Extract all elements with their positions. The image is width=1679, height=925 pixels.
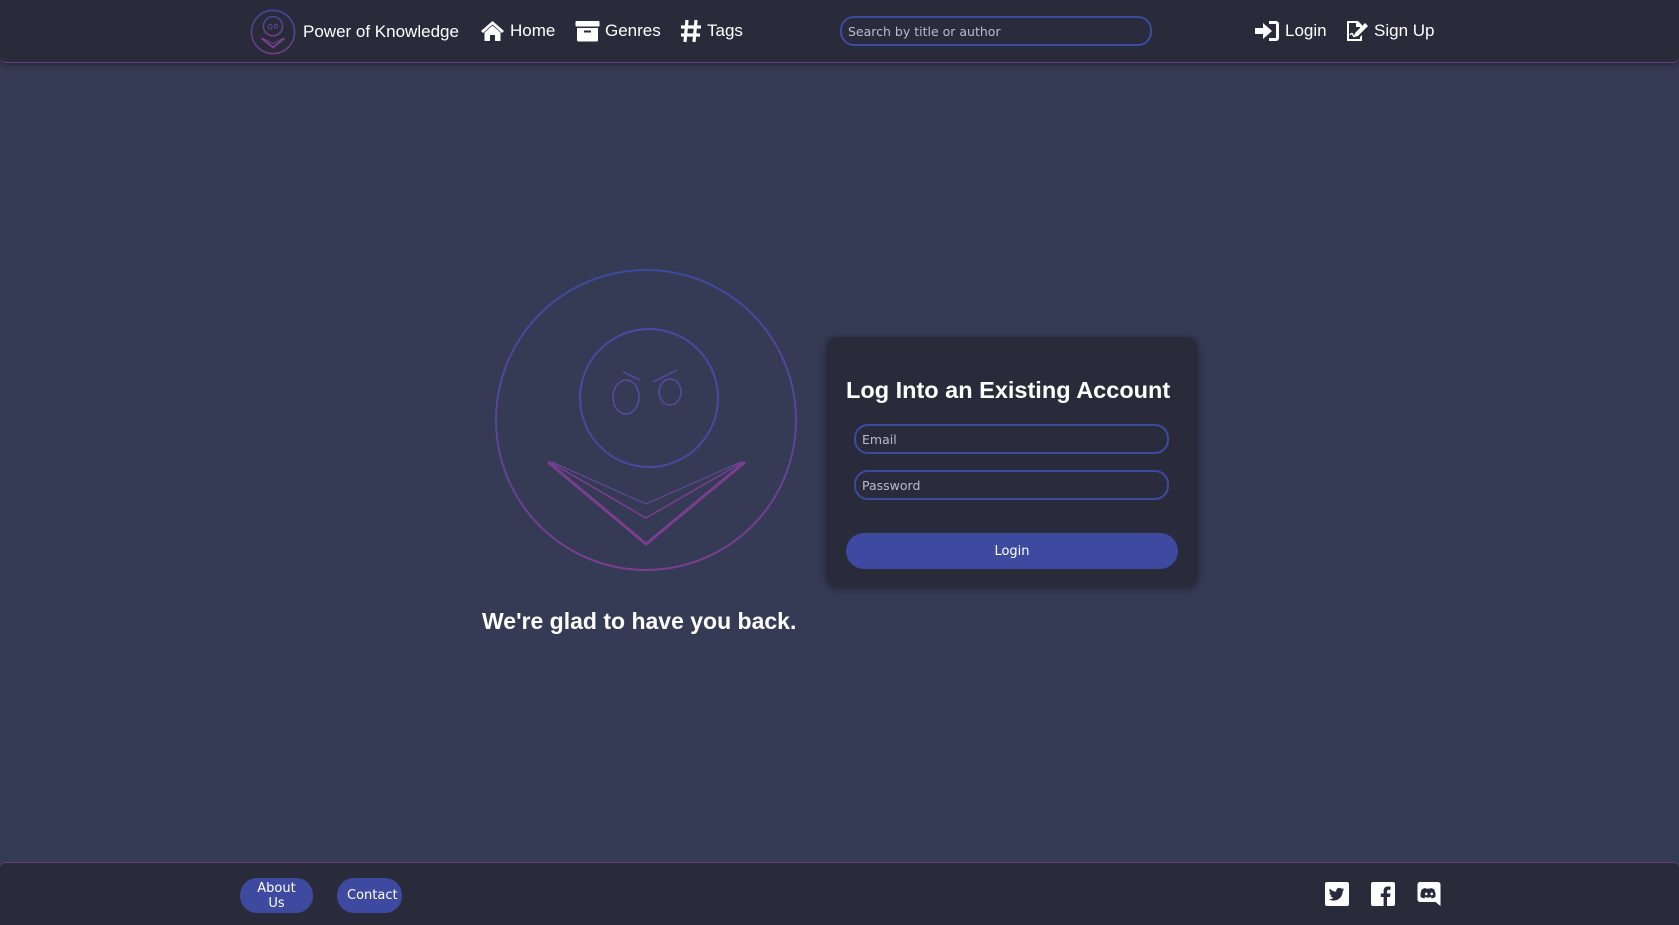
twitter-link[interactable]: [1324, 881, 1350, 907]
nav-tags-label: Tags: [707, 21, 743, 40]
nav-genres-link[interactable]: Genres: [575, 16, 661, 46]
welcome-back-tagline: We're glad to have you back.: [482, 608, 797, 634]
login-submit-button[interactable]: Login: [846, 533, 1178, 569]
brand-name: Power of Knowledge: [303, 22, 459, 41]
home-icon: [481, 21, 504, 41]
nav-tags-link[interactable]: Tags: [680, 16, 743, 46]
login-card-title: Log Into an Existing Account: [846, 377, 1171, 403]
sign-in-icon: [1255, 21, 1279, 41]
signature-icon: [1347, 21, 1368, 41]
password-field[interactable]: [854, 470, 1169, 500]
discord-icon: [1417, 882, 1441, 906]
contact-button[interactable]: Contact: [337, 878, 402, 913]
nav-genres-label: Genres: [605, 21, 661, 40]
email-field[interactable]: [854, 424, 1169, 454]
facebook-icon: [1371, 882, 1395, 906]
hero-reader-logo-icon: [495, 269, 797, 571]
nav-signup-label: Sign Up: [1374, 21, 1435, 40]
brand-link[interactable]: Power of Knowledge: [249, 8, 459, 56]
footer: About Us Contact: [0, 862, 1679, 925]
facebook-link[interactable]: [1370, 881, 1396, 907]
search-input[interactable]: [840, 16, 1152, 46]
nav-login-label: Login: [1285, 21, 1327, 40]
about-us-button[interactable]: About Us: [240, 878, 313, 913]
nav-home-link[interactable]: Home: [480, 16, 555, 46]
top-navbar: Power of Knowledge Home Genres Tags Logi…: [0, 0, 1679, 63]
brand-logo-icon: [250, 9, 296, 55]
archive-box-icon: [575, 21, 600, 42]
discord-link[interactable]: [1416, 881, 1442, 907]
nav-signup-link[interactable]: Sign Up: [1345, 16, 1434, 46]
nav-login-link[interactable]: Login: [1254, 16, 1327, 46]
twitter-icon: [1325, 882, 1349, 906]
hashtag-icon: [681, 19, 701, 43]
login-card: Log Into an Existing Account Login: [826, 337, 1198, 587]
nav-home-label: Home: [510, 21, 556, 40]
